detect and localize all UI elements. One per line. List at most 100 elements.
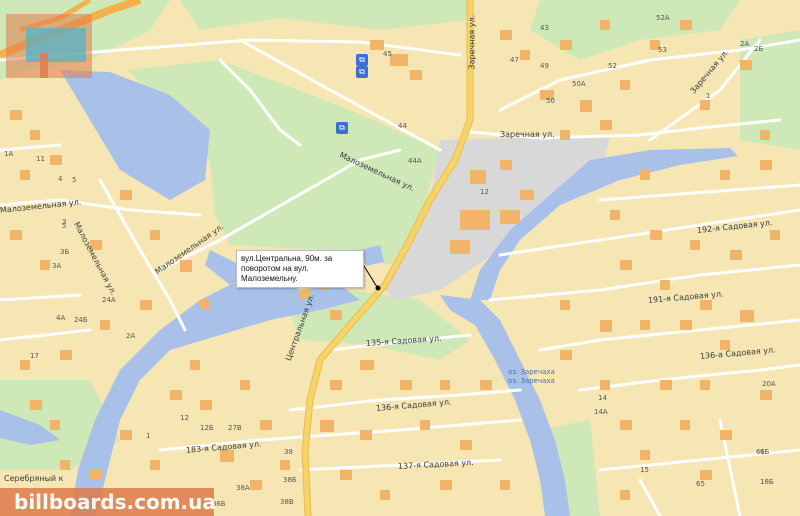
house-number: 4: [58, 175, 63, 183]
building: [60, 460, 70, 470]
house-number: 12Б: [200, 424, 214, 432]
building: [600, 380, 610, 390]
building: [560, 40, 572, 50]
house-number: 47: [510, 56, 519, 64]
house-number: 43: [540, 24, 549, 32]
building: [460, 440, 472, 450]
house-number: 15: [640, 466, 649, 474]
house-number: 3Б: [60, 248, 70, 256]
building: [190, 360, 200, 370]
building: [680, 20, 692, 30]
building: [450, 240, 470, 254]
building: [660, 380, 672, 390]
building: [240, 380, 250, 390]
building: [10, 110, 22, 120]
building: [150, 460, 160, 470]
house-number: 11: [36, 155, 45, 163]
building: [170, 390, 182, 400]
house-number: 38Б: [283, 476, 297, 484]
house-number: 50А: [572, 80, 586, 88]
callout-line: вул.Центральна, 90м. за: [241, 254, 333, 263]
house-number: 49: [540, 62, 549, 70]
house-number: 17: [30, 352, 39, 360]
house-number: 2Б: [754, 45, 764, 53]
building: [330, 380, 342, 390]
house-number: 38А: [236, 484, 250, 492]
bus-stop-icon: ⧉: [356, 54, 368, 66]
building: [100, 320, 110, 330]
building: [640, 320, 650, 330]
building: [140, 300, 152, 310]
building: [200, 300, 210, 310]
callout-line: поворотом на вул. Малоземельну.: [241, 264, 309, 283]
house-number: 1: [706, 92, 711, 100]
house-number: 4А: [56, 314, 66, 322]
building: [480, 380, 492, 390]
building: [700, 470, 712, 480]
building: [90, 470, 102, 480]
building: [180, 260, 192, 272]
building: [700, 380, 710, 390]
building: [120, 430, 132, 440]
map-view[interactable]: ⧉ ⧉ ⧉ Заречная ул. Заречная ул. Заречная…: [0, 0, 800, 516]
house-number: 45: [383, 50, 392, 58]
street-label: Серебряный к: [4, 474, 64, 483]
street-label: Заречная ул.: [500, 130, 555, 139]
building: [740, 60, 752, 70]
building: [200, 400, 212, 410]
building: [660, 280, 670, 290]
watermark-banner: billboards.com.ua: [0, 488, 216, 516]
building: [390, 54, 408, 66]
building: [460, 210, 490, 230]
house-number: 3: [62, 218, 67, 226]
building: [720, 170, 730, 180]
house-number: 5: [72, 176, 77, 184]
house-number: 2А: [740, 40, 750, 48]
building: [620, 490, 630, 500]
building: [500, 210, 520, 224]
building: [700, 100, 710, 110]
house-number: 44: [398, 122, 407, 130]
building: [620, 80, 630, 90]
building: [380, 490, 390, 500]
house-number: 38В: [280, 498, 294, 506]
building: [760, 160, 772, 170]
house-number: 3А: [52, 262, 62, 270]
building: [500, 30, 512, 40]
building: [770, 230, 780, 240]
building: [50, 155, 62, 165]
watermark-text: billboards.com.ua: [14, 490, 216, 514]
building: [320, 420, 334, 432]
house-number: 14А: [594, 408, 608, 416]
building: [680, 420, 690, 430]
building: [20, 360, 30, 370]
building: [560, 350, 572, 360]
building: [420, 420, 430, 430]
building: [340, 470, 352, 480]
building: [500, 480, 510, 490]
building: [740, 310, 754, 322]
house-number: 53: [658, 46, 667, 54]
house-number: 52А: [656, 14, 670, 22]
lake-label: оз. Заречаха: [508, 368, 555, 376]
lake-label: оз. Заречаха: [508, 377, 555, 385]
house-number: 18Б: [760, 478, 774, 486]
building: [20, 170, 30, 180]
building: [60, 350, 72, 360]
house-number: 44А: [408, 157, 422, 165]
building: [360, 360, 374, 370]
building: [520, 50, 530, 60]
building: [260, 420, 272, 430]
building: [650, 230, 662, 240]
building: [50, 420, 60, 430]
house-number: 20А: [762, 380, 776, 388]
building: [680, 320, 692, 330]
building: [40, 260, 50, 270]
building: [730, 250, 742, 260]
map-canvas: [0, 0, 800, 516]
house-number: 52: [608, 62, 617, 70]
building: [700, 300, 712, 310]
building: [520, 190, 534, 200]
location-callout: вул.Центральна, 90м. за поворотом на вул…: [236, 250, 364, 288]
building: [620, 420, 632, 430]
